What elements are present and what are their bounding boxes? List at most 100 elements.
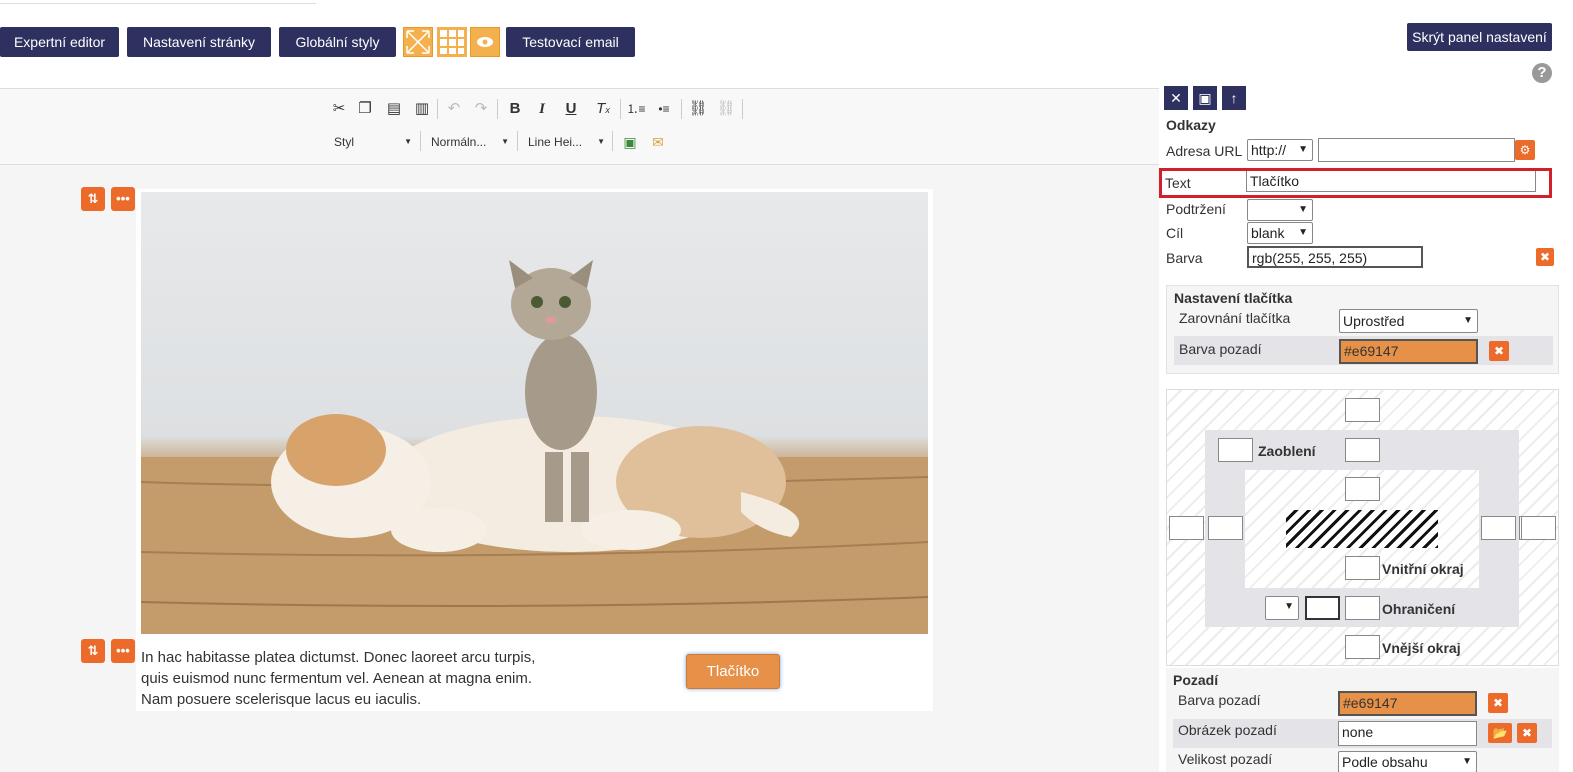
underline-label: Podtržení [1166, 201, 1226, 217]
remove-format-icon[interactable]: Tx [593, 99, 613, 119]
url-protocol-select[interactable]: http:// ▼ [1247, 139, 1313, 161]
italic-icon[interactable]: I [532, 99, 552, 119]
content-cta-button[interactable]: Tlačítko [686, 654, 780, 689]
placeholder-icon[interactable]: ✉ [648, 132, 668, 152]
target-select-value: blank [1251, 225, 1285, 241]
link-icon[interactable]: ⛓ [688, 99, 708, 119]
button-bg-color-input[interactable]: #e69147 [1339, 339, 1478, 364]
padding-top-input[interactable] [1345, 477, 1380, 501]
expert-editor-button[interactable]: Expertní editor [0, 27, 119, 57]
fullscreen-icon[interactable] [403, 27, 433, 57]
bg-size-label: Velikost pozadí [1178, 751, 1273, 767]
margin-bottom-input[interactable] [1345, 635, 1380, 659]
target-label: Cíl [1166, 225, 1184, 241]
padding-label: Vnitřní okraj [1382, 561, 1464, 577]
block-menu-handle[interactable]: ••• [111, 187, 135, 211]
format-select[interactable]: Normáln... ▼ [427, 131, 511, 153]
radius-input[interactable] [1218, 438, 1253, 462]
url-label: Adresa URL [1166, 143, 1243, 159]
radius-label: Zaoblení [1258, 443, 1316, 459]
chevron-down-icon: ▼ [1298, 144, 1308, 155]
margin-left-input[interactable] [1169, 516, 1204, 540]
block-menu-handle[interactable]: ••• [111, 639, 135, 663]
bulleted-list-icon[interactable]: •≡ [654, 99, 674, 119]
style-select-value: Styl [334, 135, 355, 149]
toolbar-separator [612, 131, 613, 151]
redo-icon[interactable]: ↷ [471, 99, 491, 119]
line-height-select[interactable]: Line Hei... ▼ [524, 131, 607, 153]
toolbar-separator [742, 99, 743, 119]
url-input[interactable] [1318, 138, 1515, 162]
bg-color-label: Barva pozadí [1178, 692, 1261, 708]
arrow-up-icon[interactable]: ↑ [1222, 86, 1246, 110]
preview-eye-icon[interactable] [470, 27, 500, 57]
global-styles-button[interactable]: Globální styly [279, 27, 396, 57]
content-area-preview [1286, 510, 1438, 548]
underline-icon[interactable]: U [561, 99, 581, 119]
clear-bg-color-icon[interactable]: ✖ [1488, 693, 1508, 713]
bg-color-input[interactable]: #e69147 [1338, 691, 1477, 716]
clear-color-icon[interactable]: ✖ [1536, 248, 1554, 266]
bg-size-select[interactable]: Podle obsahu ▼ [1338, 751, 1477, 772]
toolbar-separator [681, 99, 682, 119]
block-move-handle[interactable]: ⇅ [81, 187, 105, 211]
toolbar-separator [620, 99, 621, 119]
border-top-input[interactable] [1345, 438, 1380, 462]
margin-label: Vnější okraj [1382, 640, 1461, 656]
button-settings-section: Nastavení tlačítka Zarovnání tlačítka Up… [1166, 285, 1559, 374]
padding-right-input[interactable] [1481, 516, 1516, 540]
url-picker-icon[interactable]: ⚙ [1515, 140, 1535, 160]
undo-icon[interactable]: ↶ [444, 99, 464, 119]
chevron-down-icon: ▼ [597, 137, 605, 146]
color-label: Barva [1166, 250, 1203, 266]
content-card [136, 189, 933, 711]
clear-button-bg-icon[interactable]: ✖ [1489, 341, 1509, 361]
border-width-input[interactable] [1345, 596, 1380, 620]
block-move-handle[interactable]: ⇅ [81, 639, 105, 663]
close-icon[interactable]: ✕ [1164, 86, 1188, 110]
paste-icon[interactable]: ▤ [384, 99, 404, 119]
clear-bg-image-icon[interactable]: ✖ [1517, 723, 1537, 743]
bg-image-input[interactable]: none [1338, 721, 1477, 746]
bg-size-select-value: Podle obsahu [1342, 754, 1428, 770]
box-model-editor: Zaoblení ▼ Ohraničení Vnitřní okraj Vněj… [1166, 389, 1559, 666]
content-paragraph[interactable]: In hac habitasse platea dictumst. Donec … [141, 647, 541, 710]
bold-icon[interactable]: B [505, 99, 525, 119]
paste-text-icon[interactable]: ▥ [412, 99, 432, 119]
underline-select[interactable]: ▼ [1247, 199, 1313, 221]
page-settings-button[interactable]: Nastavení stránky [127, 27, 271, 57]
target-select[interactable]: blank ▼ [1247, 222, 1313, 244]
color-input[interactable]: rgb(255, 255, 255) [1247, 246, 1423, 268]
background-title: Pozadí [1173, 672, 1219, 688]
padding-bottom-input[interactable] [1345, 556, 1380, 580]
align-select[interactable]: Uprostřed ▼ [1339, 309, 1478, 333]
border-left-input[interactable] [1208, 516, 1243, 540]
content-image[interactable] [141, 192, 928, 634]
editor-area: ✂ ❐ ▤ ▥ ↶ ↷ B I U Tx ⒈≡ •≡ ⛓ ⛓ Styl ▼ Nor… [0, 88, 1159, 772]
url-protocol-value: http:// [1251, 142, 1287, 158]
button-bg-color-label: Barva pozadí [1179, 341, 1262, 357]
hide-panel-button[interactable]: Skrýt panel nastavení [1407, 23, 1552, 51]
top-bar: Expertní editor Nastavení stránky Globál… [0, 0, 1573, 88]
chevron-down-icon: ▼ [1298, 204, 1308, 215]
test-email-button[interactable]: Testovací email [506, 27, 635, 57]
help-icon[interactable]: ? [1532, 63, 1552, 83]
margin-right-input[interactable] [1521, 516, 1556, 540]
copy-icon[interactable]: ❐ [355, 99, 375, 119]
chevron-down-icon: ▼ [1284, 601, 1294, 612]
toolbar-separator [437, 99, 438, 119]
toolbar-separator [517, 131, 518, 151]
border-color-input[interactable] [1305, 596, 1340, 620]
chevron-down-icon: ▼ [501, 137, 509, 146]
numbered-list-icon[interactable]: ⒈≡ [626, 99, 646, 119]
grid-icon[interactable] [437, 27, 467, 57]
save-icon[interactable]: ▣ [1193, 86, 1217, 110]
image-icon[interactable]: ▣ [620, 132, 640, 152]
cut-icon[interactable]: ✂ [329, 99, 349, 119]
unlink-icon[interactable]: ⛓ [716, 99, 736, 119]
toolbar-separator [497, 99, 498, 119]
folder-open-icon[interactable]: 📂 [1488, 723, 1512, 743]
border-style-select[interactable]: ▼ [1265, 596, 1299, 620]
margin-top-input[interactable] [1345, 398, 1380, 422]
style-select[interactable]: Styl ▼ [330, 131, 414, 153]
